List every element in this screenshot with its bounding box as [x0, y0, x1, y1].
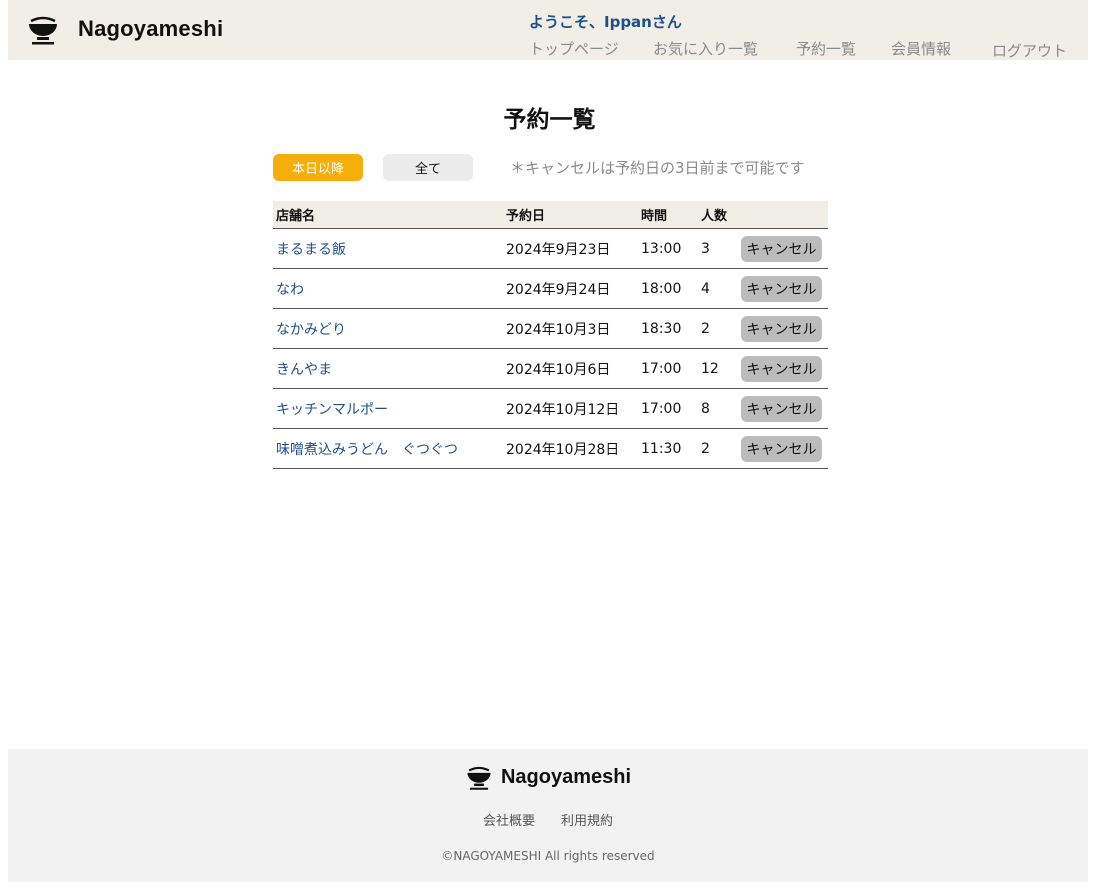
- store-link[interactable]: なかみどり: [276, 322, 346, 338]
- reservation-people: 8: [698, 388, 738, 429]
- table-row: なわ 2024年9月24日 18:00 4 キャンセル: [273, 268, 828, 309]
- reservations-table: 店舗名 予約日 時間 人数 まるまる飯 2024年9月23日 13:00 3 キ…: [273, 201, 828, 469]
- cancel-policy-note: ＊キャンセルは予約日の3日前まで可能です: [510, 159, 805, 177]
- reservation-date: 2024年10月12日: [503, 388, 638, 429]
- reservation-date: 2024年9月23日: [503, 228, 638, 269]
- page-title: 予約一覧: [503, 107, 596, 133]
- nav-top-page[interactable]: トップページ: [529, 38, 619, 59]
- reservation-date: 2024年9月24日: [503, 268, 638, 309]
- store-link[interactable]: キッチンマルポー: [276, 402, 388, 418]
- table-header-row: 店舗名 予約日 時間 人数: [273, 201, 828, 229]
- cancel-button[interactable]: キャンセル: [741, 395, 822, 422]
- nav-reservations[interactable]: 予約一覧: [796, 38, 856, 59]
- bowl-icon: [467, 766, 491, 790]
- table-row: なかみどり 2024年10月3日 18:30 2 キャンセル: [273, 308, 828, 349]
- cancel-button[interactable]: キャンセル: [741, 275, 822, 302]
- header-date: 予約日: [503, 201, 638, 229]
- cancel-button[interactable]: キャンセル: [741, 315, 822, 342]
- nav-logout[interactable]: ログアウト: [992, 40, 1067, 61]
- reservation-time: 17:00: [638, 388, 698, 429]
- main-nav: トップページ お気に入り一覧 予約一覧 会員情報 ログアウト: [8, 38, 1088, 61]
- reservation-date: 2024年10月28日: [503, 428, 638, 469]
- reservation-time: 17:00: [638, 348, 698, 389]
- header-time: 時間: [638, 201, 698, 229]
- store-link[interactable]: 味噌煮込みうどん ぐつぐつ: [276, 442, 458, 458]
- cancel-button[interactable]: キャンセル: [741, 355, 822, 382]
- nav-favorites[interactable]: お気に入り一覧: [653, 38, 758, 59]
- site-footer: Nagoyameshi 会社概要 利用規約 ©NAGOYAMESHI All r…: [8, 749, 1088, 882]
- reservation-time: 13:00: [638, 228, 698, 269]
- reservation-time: 18:00: [638, 268, 698, 309]
- filter-all-button[interactable]: 全て: [383, 154, 473, 181]
- reservation-people: 4: [698, 268, 738, 309]
- table-row: きんやま 2024年10月6日 17:00 12 キャンセル: [273, 348, 828, 389]
- table-row: 味噌煮込みうどん ぐつぐつ 2024年10月28日 11:30 2 キャンセル: [273, 428, 828, 469]
- filter-upcoming-button[interactable]: 本日以降: [273, 154, 363, 181]
- cancel-button[interactable]: キャンセル: [741, 435, 822, 462]
- footer-link-company[interactable]: 会社概要: [483, 810, 535, 829]
- store-link[interactable]: まるまる飯: [276, 242, 346, 258]
- footer-brand[interactable]: Nagoyameshi: [8, 763, 1088, 791]
- reservation-people: 2: [698, 308, 738, 349]
- site-header: Nagoyameshi ようこそ、Ippanさん トップページ お気に入り一覧 …: [8, 0, 1088, 60]
- copyright-text: ©NAGOYAMESHI All rights reserved: [441, 849, 655, 863]
- welcome-message: ようこそ、Ippanさん: [529, 13, 682, 31]
- header-store-name: 店舗名: [273, 201, 503, 229]
- reservation-date: 2024年10月3日: [503, 308, 638, 349]
- table-row: まるまる飯 2024年9月23日 13:00 3 キャンセル: [273, 228, 828, 269]
- store-link[interactable]: きんやま: [276, 362, 332, 378]
- reservation-people: 12: [698, 348, 738, 389]
- footer-links: 会社概要 利用規約: [8, 810, 1088, 829]
- reservation-date: 2024年10月6日: [503, 348, 638, 389]
- header-action: [738, 201, 828, 229]
- footer-link-terms[interactable]: 利用規約: [561, 810, 613, 829]
- store-link[interactable]: なわ: [276, 282, 304, 298]
- reservation-time: 18:30: [638, 308, 698, 349]
- nav-member-info[interactable]: 会員情報: [891, 38, 951, 59]
- header-people: 人数: [698, 201, 738, 229]
- reservation-time: 11:30: [638, 428, 698, 469]
- reservation-people: 3: [698, 228, 738, 269]
- table-row: キッチンマルポー 2024年10月12日 17:00 8 キャンセル: [273, 388, 828, 429]
- footer-brand-name: Nagoyameshi: [500, 765, 632, 788]
- cancel-button[interactable]: キャンセル: [741, 235, 822, 262]
- reservation-people: 2: [698, 428, 738, 469]
